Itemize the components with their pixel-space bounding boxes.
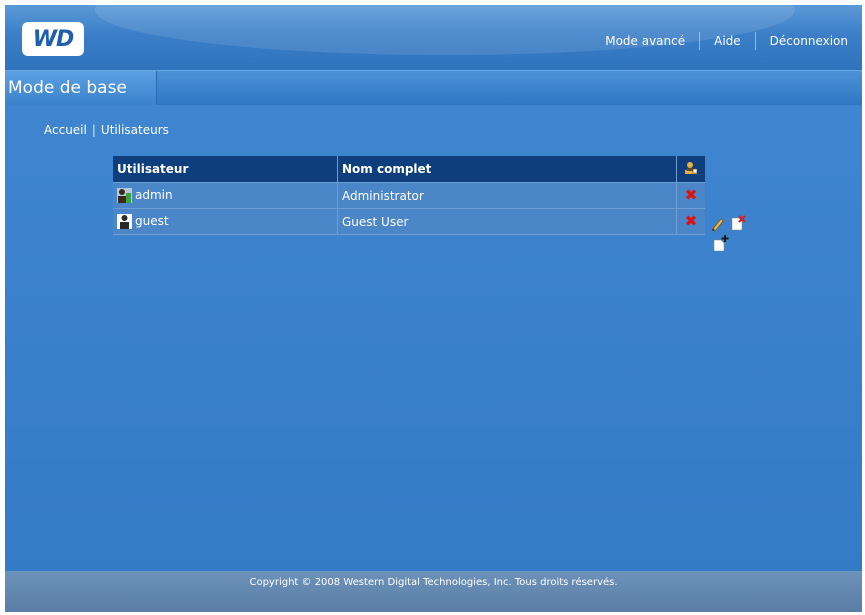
advanced-mode-link[interactable]: Mode avancé bbox=[605, 34, 685, 48]
breadcrumb-users[interactable]: Utilisateurs bbox=[101, 123, 169, 137]
footer: Copyright © 2008 Western Digital Technol… bbox=[5, 571, 862, 612]
breadcrumb-home[interactable]: Accueil bbox=[44, 123, 87, 137]
user-settings-icon bbox=[685, 161, 698, 174]
full-name-cell: Guest User bbox=[337, 208, 677, 235]
top-navigation: Mode avancé Aide Déconnexion bbox=[605, 32, 848, 50]
admin-user-icon bbox=[117, 188, 132, 203]
table-row[interactable]: guest Guest User ✖ bbox=[113, 208, 705, 235]
user-settings-header-icon[interactable] bbox=[676, 156, 705, 183]
help-link[interactable]: Aide bbox=[714, 34, 741, 48]
tab-bar: Mode de base bbox=[5, 70, 862, 106]
logout-link[interactable]: Déconnexion bbox=[770, 34, 848, 48]
app-window: WD Mode avancé Aide Déconnexion Mode de … bbox=[5, 5, 862, 612]
copyright-text: Copyright © 2008 Western Digital Technol… bbox=[249, 577, 618, 588]
header: WD Mode avancé Aide Déconnexion bbox=[5, 5, 862, 70]
delete-user-icon[interactable]: ✖ bbox=[685, 188, 698, 203]
username: guest bbox=[135, 214, 169, 228]
delete-user-icon[interactable]: ✖ bbox=[685, 214, 698, 229]
delete-cell: ✖ bbox=[676, 208, 705, 235]
nav-separator bbox=[754, 32, 756, 50]
user-cell: guest bbox=[113, 208, 338, 235]
edit-user-icon[interactable] bbox=[710, 216, 726, 232]
breadcrumb-separator: | bbox=[91, 123, 96, 137]
logo-text: WD bbox=[32, 26, 75, 52]
user-cell: admin bbox=[113, 182, 338, 209]
table-row[interactable]: admin Administrator ✖ bbox=[113, 182, 705, 209]
username: admin bbox=[135, 188, 173, 202]
tab-basic-mode[interactable]: Mode de base bbox=[5, 71, 157, 105]
add-user-icon[interactable] bbox=[713, 235, 729, 251]
table-header-row: Utilisateur Nom complet bbox=[113, 156, 705, 183]
guest-user-icon bbox=[117, 214, 132, 229]
wd-logo[interactable]: WD bbox=[22, 22, 84, 56]
users-table: Utilisateur Nom complet admin Administra… bbox=[113, 156, 705, 235]
delete-cell: ✖ bbox=[676, 182, 705, 209]
main-content: Accueil | Utilisateurs Utilisateur Nom com… bbox=[5, 105, 862, 572]
nav-separator bbox=[699, 32, 701, 50]
column-header-full-name[interactable]: Nom complet bbox=[337, 156, 677, 183]
column-header-user[interactable]: Utilisateur bbox=[113, 156, 338, 183]
breadcrumb: Accueil | Utilisateurs bbox=[44, 123, 169, 137]
full-name-cell: Administrator bbox=[337, 182, 677, 209]
remove-user-icon[interactable] bbox=[730, 215, 746, 231]
